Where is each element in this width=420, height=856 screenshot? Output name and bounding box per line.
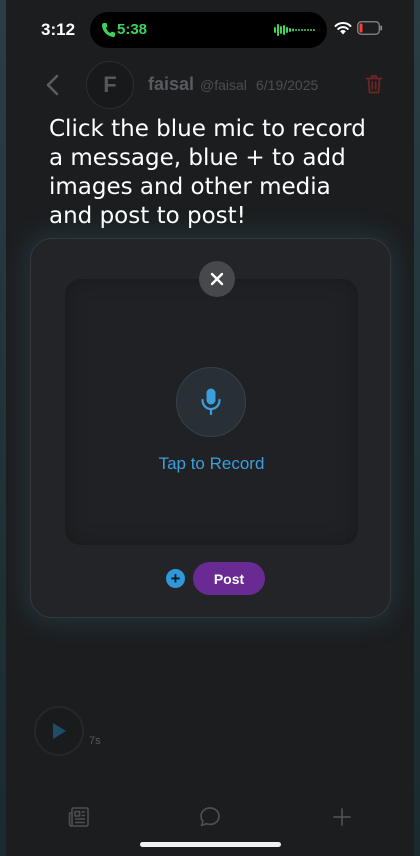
- post-date: 6/19/2025: [256, 77, 319, 93]
- post-handle: @faisal: [200, 77, 247, 93]
- status-bar: 3:12 5:38: [0, 0, 420, 58]
- chat-bubble-icon[interactable]: [199, 806, 221, 828]
- call-timer: 5:38: [117, 21, 148, 38]
- record-modal: Tap to Record + Post: [30, 238, 391, 618]
- audio-duration: 7s: [89, 735, 101, 747]
- instruction-text: Click the blue mic to record a message, …: [49, 116, 366, 229]
- wifi-icon: [334, 22, 352, 35]
- post-button[interactable]: Post: [193, 562, 265, 595]
- tap-to-record-label[interactable]: Tap to Record: [31, 454, 392, 474]
- microphone-icon: [201, 388, 221, 416]
- home-indicator[interactable]: [140, 842, 281, 847]
- play-audio-button[interactable]: [34, 706, 84, 756]
- newspaper-icon[interactable]: [68, 806, 90, 828]
- audio-waveform-icon: [274, 24, 315, 36]
- post-author[interactable]: faisal: [148, 74, 194, 95]
- avatar[interactable]: F: [86, 61, 134, 109]
- play-icon: [53, 723, 66, 739]
- close-icon: [210, 272, 224, 286]
- dynamic-island[interactable]: 5:38: [90, 12, 327, 48]
- battery-icon: [357, 21, 383, 35]
- phone-icon: [101, 23, 115, 38]
- app-screen: 3:12 5:38 F faisal @faisal 6/19/2025 7s …: [0, 0, 420, 856]
- record-mic-button[interactable]: [176, 367, 246, 437]
- close-button[interactable]: [199, 261, 235, 297]
- tab-bar: [0, 800, 420, 840]
- trash-icon[interactable]: [365, 74, 383, 94]
- plus-icon[interactable]: [331, 806, 353, 828]
- back-chevron-icon[interactable]: [44, 74, 62, 96]
- add-media-button[interactable]: +: [166, 569, 185, 588]
- status-time: 3:12: [41, 20, 76, 39]
